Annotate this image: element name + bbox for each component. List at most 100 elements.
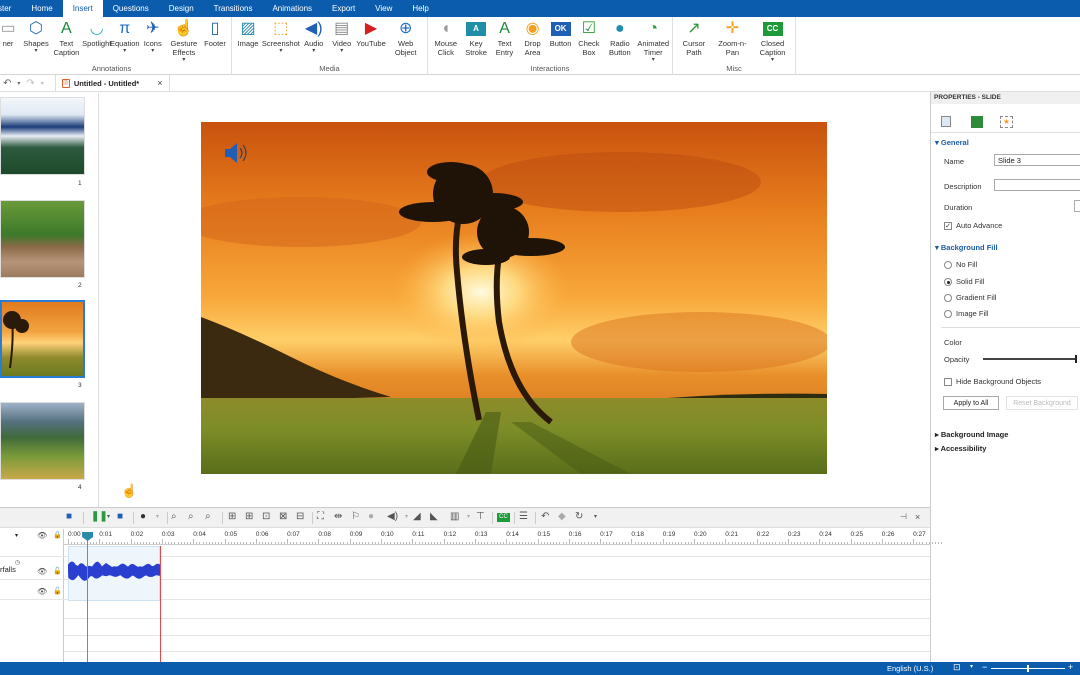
dropdown-arrow-icon[interactable]: ▾ (123, 48, 126, 54)
no-fill-radio[interactable]: No Fill (944, 260, 977, 270)
presentation-view-icon[interactable]: ⊡ (953, 662, 961, 673)
apply-to-all-button[interactable]: Apply to All (943, 396, 999, 410)
slide-canvas[interactable] (201, 122, 827, 474)
dropdown-arrow-icon[interactable]: ▾ (312, 48, 315, 54)
layer-dropdown-icon[interactable]: ▾ (15, 532, 18, 539)
menu-tab-design[interactable]: Design (159, 0, 204, 17)
auto-advance-checkbox[interactable]: ✓ Auto Advance (944, 221, 1002, 231)
slide-end-marker[interactable] (160, 546, 162, 663)
normalize-icon[interactable]: ⊤ (476, 511, 485, 523)
track-eye-icon[interactable]: 👁 (37, 567, 47, 576)
menu-tab-animations[interactable]: Animations (262, 0, 322, 17)
dropdown-arrow-icon[interactable]: ▾ (279, 48, 282, 54)
pin-panel-icon[interactable]: ⊣ (900, 511, 907, 523)
slide-name-input[interactable]: Slide 3 (994, 154, 1080, 166)
closed-caption-icon[interactable]: CC (497, 513, 510, 522)
solid-fill-radio[interactable]: Solid Fill (944, 277, 984, 287)
menu-tab-questions[interactable]: Questions (103, 0, 159, 17)
menu-tab-ster[interactable]: ster (0, 0, 21, 17)
background-fill-section-header[interactable]: ▾ Background Fill (935, 243, 998, 252)
slide-effects-tab-icon[interactable]: ★ (1000, 116, 1013, 128)
general-section-header[interactable]: ▾ General (935, 138, 969, 147)
drop-icon[interactable]: ● (368, 511, 374, 523)
zoom-out-icon[interactable]: ⌕ (188, 511, 194, 523)
redo-action-icon[interactable]: ↻ (575, 511, 583, 523)
dropdown-arrow-icon[interactable]: ▾ (340, 48, 343, 54)
opacity-slider-thumb[interactable] (1075, 355, 1077, 363)
align-center-icon[interactable]: ⊞ (245, 511, 253, 523)
zoom-slider-track[interactable] (991, 665, 1065, 672)
language-indicator[interactable]: English (U.S.) (887, 664, 933, 673)
levels-dropdown-icon[interactable]: ▾ (467, 511, 470, 523)
more-dropdown-icon[interactable]: ▾ (594, 511, 597, 523)
document-tab[interactable]: ◎ Untitled - Untitled* × (54, 75, 170, 91)
redo-icon[interactable]: ↷ (23, 78, 37, 89)
redo-dropdown-icon[interactable]: ▾ (38, 80, 47, 87)
sunset-background-image[interactable] (201, 122, 827, 474)
track-lock-icon[interactable]: 🔓 (53, 567, 62, 575)
menu-tab-transitions[interactable]: Transitions (204, 0, 263, 17)
show-all-eye-icon[interactable]: 👁 (37, 531, 47, 540)
fade-out-icon[interactable]: ◣ (430, 511, 438, 523)
subtitle-icon[interactable]: ☰ (519, 511, 528, 523)
gradient-fill-radio[interactable]: Gradient Fill (944, 293, 996, 303)
menu-tab-view[interactable]: View (365, 0, 402, 17)
fit-icon[interactable]: ⇹ (334, 511, 342, 523)
zoom-fit-icon[interactable]: ⌕ (205, 511, 211, 523)
slide-thumbnail-4[interactable] (0, 402, 85, 480)
slide-thumbnail-2[interactable] (0, 200, 85, 278)
play-dropdown-icon[interactable]: ▾ (107, 511, 110, 523)
timeline-ruler[interactable]: 0:00 0:01 0:02 0:03 0:04 0:05 0:06 0:07 0:08 0:09… (64, 529, 943, 545)
dropdown-arrow-icon[interactable]: ▾ (34, 48, 37, 54)
zoom-out-button[interactable]: − (982, 662, 987, 672)
fade-in-icon[interactable]: ◢ (413, 511, 421, 523)
runner-icon[interactable]: ⚐ (351, 511, 360, 523)
undo-dropdown-icon[interactable]: ▾ (14, 80, 23, 87)
accessibility-section-header[interactable]: ▸ Accessibility (935, 444, 986, 453)
description-input[interactable] (994, 179, 1080, 191)
arrange-icon[interactable]: ⊟ (296, 511, 304, 523)
crop-icon[interactable]: ⊠ (279, 511, 287, 523)
dropdown-arrow-icon[interactable]: ▾ (771, 57, 774, 63)
image-fill-radio[interactable]: Image Fill (944, 309, 989, 319)
zoom-in-icon[interactable]: ⌕ (171, 511, 177, 523)
diamond-icon[interactable]: ◆ (558, 511, 566, 523)
duration-input[interactable] (1074, 200, 1080, 212)
slide-object-icon[interactable]: ■ (66, 511, 72, 523)
lock-all-icon[interactable]: 🔒 (53, 531, 62, 539)
menu-tab-help[interactable]: Help (402, 0, 438, 17)
undo-icon[interactable]: ↶ (0, 78, 14, 89)
stop-icon[interactable]: ■ (117, 511, 123, 523)
volume-icon[interactable]: ◀) (387, 511, 398, 523)
dropdown-arrow-icon[interactable]: ▾ (652, 57, 655, 63)
background-image-section-header[interactable]: ▸ Background Image (935, 430, 1008, 439)
expand-icon[interactable]: ⛶ (317, 511, 324, 523)
zoom-slider-thumb[interactable] (1027, 665, 1029, 672)
zoom-in-button[interactable]: + (1068, 662, 1073, 672)
slide-properties-tab-icon[interactable] (941, 116, 951, 127)
align-right-icon[interactable]: ⊡ (262, 511, 270, 523)
reset-background-button[interactable]: Reset Background (1006, 396, 1078, 410)
audio-waveform[interactable] (68, 560, 161, 582)
marker-dropdown-icon[interactable]: ▾ (156, 511, 159, 523)
align-left-icon[interactable]: ⊞ (228, 511, 236, 523)
playhead[interactable] (82, 532, 94, 663)
menu-tab-export[interactable]: Export (322, 0, 365, 17)
slide-thumbnail-1[interactable] (0, 97, 85, 175)
view-dropdown-icon[interactable]: ▾ (970, 663, 973, 670)
marker-icon[interactable]: ● (140, 511, 146, 523)
close-timeline-icon[interactable]: × (915, 511, 920, 523)
menu-tab-home[interactable]: Home (21, 0, 62, 17)
dropdown-arrow-icon[interactable]: ▾ (151, 48, 154, 54)
slide-lock-icon[interactable]: 🔓 (53, 587, 62, 595)
slide-thumbnail-3[interactable] (0, 300, 85, 378)
hide-background-objects-checkbox[interactable]: Hide Background Objects (944, 377, 1041, 387)
audio-levels-icon[interactable]: ▥ (450, 511, 459, 523)
volume-dropdown-icon[interactable]: ▾ (405, 511, 408, 523)
slide-layout-tab-icon[interactable] (971, 116, 983, 128)
menu-tab-insert[interactable]: Insert (62, 0, 103, 17)
pause-icon[interactable]: ❚❚ (91, 511, 108, 523)
audio-speaker-icon[interactable] (223, 141, 251, 165)
close-tab-icon[interactable]: × (157, 78, 162, 88)
slide-eye-icon[interactable]: 👁 (37, 587, 47, 596)
